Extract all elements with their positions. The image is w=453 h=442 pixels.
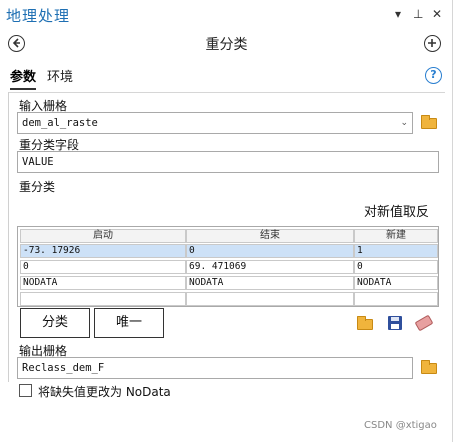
reclass-field-input[interactable]: VALUE — [17, 151, 439, 173]
table-cell[interactable]: 69. 471069 — [186, 260, 354, 274]
nodata-checkbox-label: 将缺失值更改为 NoData — [38, 385, 171, 399]
tab-environments[interactable]: 环境 — [47, 66, 73, 85]
pin-icon[interactable]: ⊥ — [413, 7, 423, 21]
title-bar: 地理处理 ▾ ⊥ ✕ — [0, 0, 453, 30]
column-header-start[interactable]: 启动 — [20, 229, 186, 243]
reclass-table: 启动 结束 新建 -73. 17926 0 1 0 69. 471069 0 N… — [17, 226, 439, 307]
column-header-new[interactable]: 新建 — [354, 229, 438, 243]
table-row[interactable]: -73. 17926 0 1 — [20, 244, 438, 258]
divider — [8, 92, 445, 93]
pane-title: 地理处理 — [6, 7, 71, 25]
browse-folder-icon[interactable] — [421, 115, 437, 129]
watermark: CSDN @xtigao — [364, 420, 437, 431]
table-cell[interactable]: -73. 17926 — [20, 244, 186, 258]
tab-parameters[interactable]: 参数 — [10, 66, 37, 90]
classify-button[interactable]: 分类 — [20, 308, 90, 338]
close-icon[interactable]: ✕ — [432, 7, 442, 21]
chevron-down-icon[interactable]: ⌄ — [400, 113, 408, 133]
save-icon[interactable] — [388, 316, 402, 330]
table-cell[interactable]: 0 — [354, 260, 438, 274]
column-header-end[interactable]: 结束 — [186, 229, 354, 243]
unique-button[interactable]: 唯一 — [94, 308, 164, 338]
table-row[interactable]: NODATA NODATA NODATA — [20, 276, 438, 290]
table-cell[interactable]: 1 — [354, 244, 438, 258]
eraser-icon[interactable] — [414, 314, 434, 332]
geoprocessing-pane: 地理处理 ▾ ⊥ ✕ 重分类 参数 环境 ? 输入栅格 dem_al_raste… — [0, 0, 453, 442]
table-cell[interactable] — [354, 292, 438, 306]
input-raster-select[interactable]: dem_al_raste ⌄ — [17, 112, 413, 134]
load-folder-icon[interactable] — [357, 316, 373, 330]
menu-dropdown-icon[interactable]: ▾ — [395, 7, 401, 21]
output-raster-input[interactable]: Reclass_dem_F — [17, 357, 413, 379]
table-cell[interactable]: 0 — [186, 244, 354, 258]
table-cell[interactable]: 0 — [20, 260, 186, 274]
table-cell[interactable]: NODATA — [354, 276, 438, 290]
table-cell[interactable]: NODATA — [186, 276, 354, 290]
plus-icon[interactable] — [424, 35, 441, 52]
browse-folder-icon[interactable] — [421, 360, 437, 374]
parameter-group-line — [8, 92, 9, 382]
nodata-checkbox[interactable] — [19, 384, 32, 397]
tool-title: 重分类 — [205, 37, 248, 53]
table-row[interactable]: 0 69. 471069 0 — [20, 260, 438, 274]
reclassification-label: 重分类 — [19, 180, 56, 194]
table-cell[interactable]: NODATA — [20, 276, 186, 290]
table-cell[interactable] — [186, 292, 354, 306]
reverse-values-button[interactable]: 对新值取反 — [364, 201, 429, 220]
table-row[interactable] — [20, 292, 438, 306]
input-raster-value: dem_al_raste — [22, 117, 98, 129]
help-icon[interactable]: ? — [425, 67, 442, 84]
table-cell[interactable] — [20, 292, 186, 306]
